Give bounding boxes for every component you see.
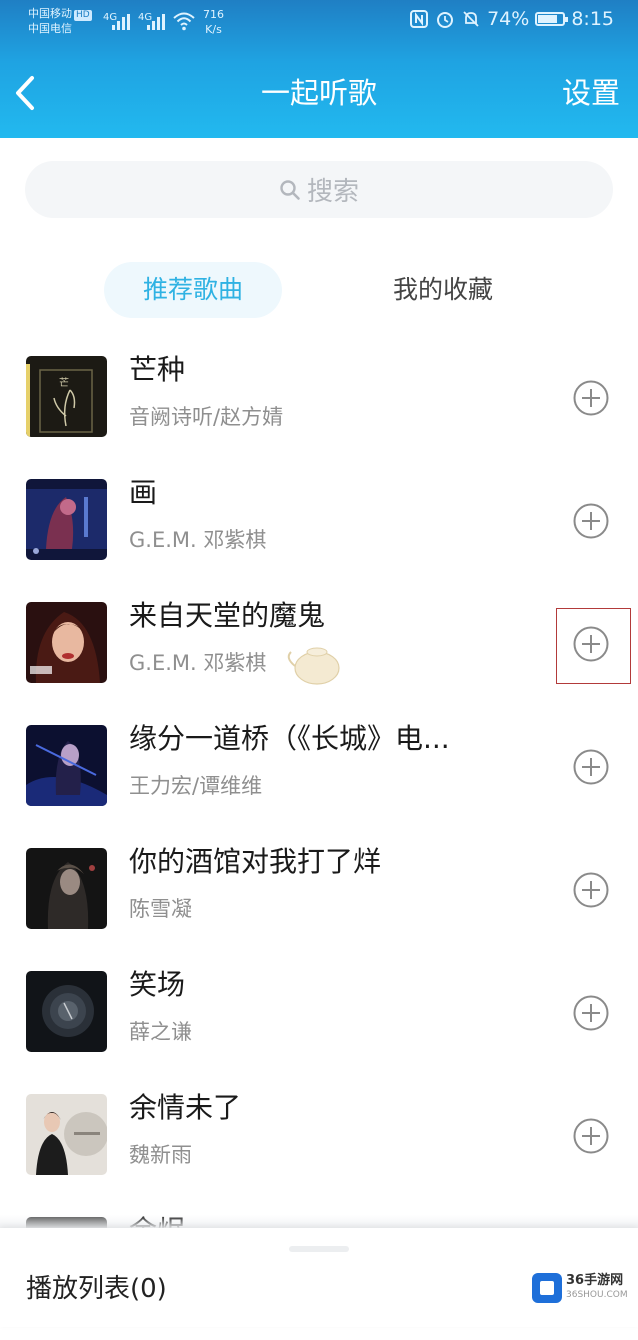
song-row[interactable]: 画 G.E.M. 邓紫棋 (0, 476, 638, 602)
hd-badge: HD (74, 10, 92, 21)
drag-handle[interactable] (289, 1246, 349, 1252)
teapot-watermark-icon (287, 647, 340, 685)
settings-button[interactable]: 设置 (562, 48, 620, 138)
watermark-url: 36SHOU.COM (566, 1290, 628, 1300)
playlist-label: 播放列表(0) (26, 1274, 167, 1304)
highlight-box (556, 608, 631, 684)
album-cover: 芒 (26, 356, 107, 437)
song-artist: 音阙诗听/赵方婧 (129, 405, 284, 429)
battery-icon (535, 12, 569, 26)
song-title: 缘分一道桥（《长城》电... (129, 722, 450, 755)
song-artist: 陈雪凝 (129, 897, 192, 921)
add-icon[interactable] (573, 872, 609, 908)
song-artist: 王力宏/谭维维 (129, 774, 263, 798)
wifi-icon (173, 12, 195, 31)
status-bar: 中国移动 HD 中国电信 4G 4G 716 K/s 74% 8:15 (0, 0, 638, 48)
signal-1-icon (112, 14, 132, 30)
search-icon (280, 179, 300, 200)
watermark-name: 36手游网 (566, 1273, 624, 1288)
mute-icon (463, 11, 479, 27)
song-row[interactable]: 笑场 薛之谦 (0, 968, 638, 1094)
watermark: 36手游网 36SHOU.COM (532, 1273, 628, 1303)
song-artist: G.E.M. 邓紫棋 (129, 528, 267, 552)
song-row[interactable]: 余情未了 魏新雨 (0, 1091, 638, 1217)
header-background: 中国移动 HD 中国电信 4G 4G 716 K/s 74% 8:15 一起听歌… (0, 0, 638, 138)
add-icon[interactable] (573, 995, 609, 1031)
carrier-info: 中国移动 HD 中国电信 (28, 6, 92, 36)
song-artist: 薛之谦 (129, 1020, 192, 1044)
nfc-icon (410, 10, 429, 28)
signal-2-icon (147, 14, 167, 30)
album-cover (26, 971, 107, 1052)
search-bar[interactable]: 搜索 (25, 161, 613, 218)
watermark-logo-icon (532, 1273, 562, 1303)
nav-bar: 一起听歌 设置 (0, 48, 638, 138)
list-fade (0, 1215, 638, 1229)
song-row[interactable]: 缘分一道桥（《长城》电... 王力宏/谭维维 (0, 722, 638, 848)
album-cover (26, 725, 107, 806)
song-row[interactable]: 芒 芒种 音阙诗听/赵方婧 (0, 353, 638, 479)
album-cover (26, 848, 107, 929)
song-title: 余情未了 (129, 1091, 242, 1124)
network-speed: 716 K/s (203, 8, 224, 36)
song-title: 笑场 (129, 968, 186, 1001)
song-title: 芒种 (129, 353, 186, 386)
album-cover (26, 479, 107, 560)
battery-percent: 74% (487, 8, 530, 30)
song-row[interactable]: 来自天堂的魔鬼 G.E.M. 邓紫棋 (0, 599, 638, 725)
song-title: 你的酒馆对我打了烊 (129, 845, 382, 878)
song-title: 画 (129, 476, 158, 509)
song-artist: 魏新雨 (129, 1143, 192, 1167)
clock: 8:15 (571, 8, 614, 30)
carrier2: 中国电信 (28, 22, 72, 35)
playlist-bar[interactable]: 播放列表(0) 36手游网 36SHOU.COM (0, 1228, 638, 1327)
add-icon[interactable] (573, 749, 609, 785)
page-title: 一起听歌 (260, 76, 377, 110)
album-cover (26, 1094, 107, 1175)
album-cover (26, 602, 107, 683)
svg-text:芒: 芒 (59, 376, 69, 389)
add-icon[interactable] (573, 380, 609, 416)
tab-recommended[interactable]: 推荐歌曲 (104, 262, 282, 318)
alarm-icon (437, 12, 454, 28)
add-icon[interactable] (573, 503, 609, 539)
search-placeholder: 搜索 (306, 177, 359, 207)
song-artist: G.E.M. 邓紫棋 (129, 651, 267, 675)
status-right: 74% 8:15 (409, 8, 614, 30)
song-title: 来自天堂的魔鬼 (129, 599, 326, 632)
song-row[interactable]: 你的酒馆对我打了烊 陈雪凝 (0, 845, 638, 971)
add-icon[interactable] (573, 1118, 609, 1154)
tab-favorites[interactable]: 我的收藏 (358, 262, 528, 318)
carrier1: 中国移动 (28, 7, 72, 20)
